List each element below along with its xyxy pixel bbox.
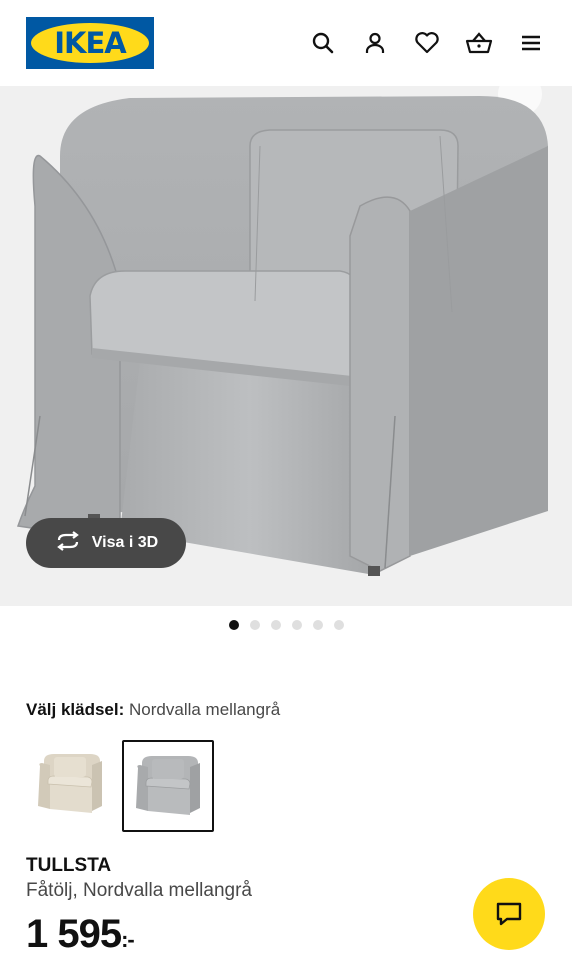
image-carousel-dots xyxy=(0,620,572,630)
basket-icon[interactable] xyxy=(464,30,494,56)
upholstery-selector: Välj klädsel: Nordvalla mellangrå xyxy=(26,700,280,720)
logo-text: IKEA xyxy=(54,26,127,60)
chat-icon xyxy=(496,902,522,926)
user-icon[interactable] xyxy=(360,30,390,56)
swatch-beige[interactable] xyxy=(26,740,114,828)
carousel-dot[interactable] xyxy=(312,620,323,630)
carousel-dot[interactable] xyxy=(291,620,302,630)
product-price: 1 595:- xyxy=(26,912,135,957)
swatch-mellangra[interactable] xyxy=(122,740,214,832)
price-currency: :- xyxy=(121,927,135,952)
price-amount: 1 595 xyxy=(26,912,122,956)
chat-button[interactable] xyxy=(473,878,545,950)
product-description: Fåtölj, Nordvalla mellangrå xyxy=(26,880,252,901)
product-name: TULLSTA xyxy=(26,855,112,876)
armchair-grey-thumbnail xyxy=(136,756,200,815)
search-icon[interactable] xyxy=(308,30,338,56)
carousel-dot[interactable] xyxy=(270,620,281,630)
armchair-beige-thumbnail xyxy=(38,754,102,813)
rotate-3d-icon xyxy=(54,530,82,556)
view-3d-button[interactable]: Visa i 3D xyxy=(26,518,186,568)
upholstery-label: Välj klädsel: xyxy=(26,700,125,719)
heart-icon[interactable] xyxy=(412,30,442,56)
carousel-dot[interactable] xyxy=(249,620,260,630)
menu-icon[interactable] xyxy=(516,30,546,56)
upholstery-value: Nordvalla mellangrå xyxy=(129,700,281,719)
view-3d-label: Visa i 3D xyxy=(91,534,159,551)
carousel-dot[interactable] xyxy=(333,620,344,630)
product-image[interactable]: Visa i 3D xyxy=(0,86,572,606)
header: IKEA xyxy=(0,0,572,86)
ikea-logo[interactable]: IKEA xyxy=(26,17,154,69)
header-icons xyxy=(308,30,546,56)
logo-oval: IKEA xyxy=(31,23,149,63)
carousel-dot[interactable] xyxy=(228,620,239,630)
